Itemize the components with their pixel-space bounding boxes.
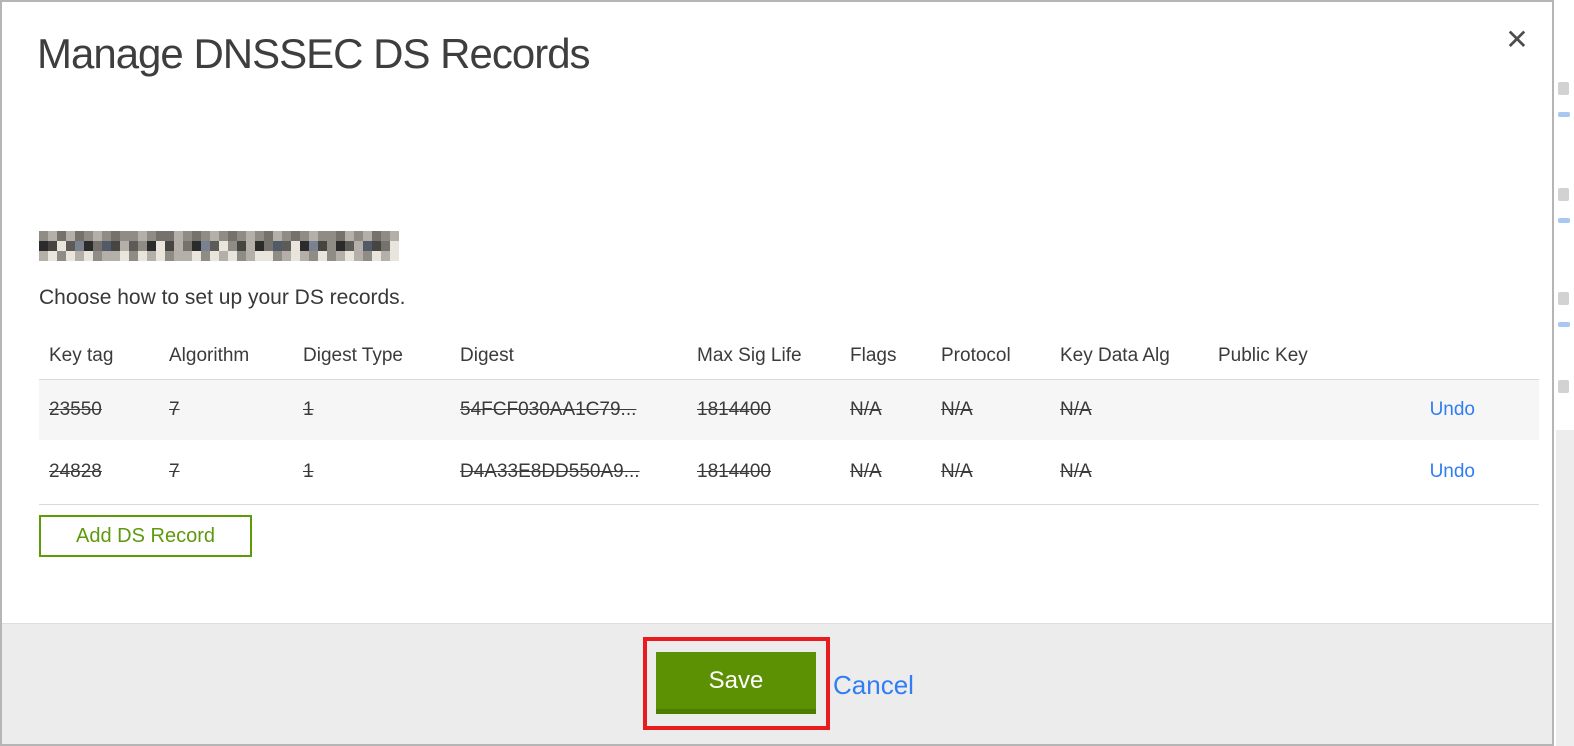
background-page-sliver bbox=[1556, 0, 1574, 746]
header-protocol: Protocol bbox=[941, 344, 1011, 366]
table-row: 24828 7 1 D4A33E8DD550A9... 1814400 N/A … bbox=[39, 440, 1539, 505]
background-text-fragment bbox=[1558, 188, 1569, 201]
redacted-domain-name bbox=[39, 231, 399, 261]
manage-dnssec-modal: Manage DNSSEC DS Records ✕ Choose how to… bbox=[0, 0, 1554, 746]
cell-key-data-alg: N/A bbox=[1060, 461, 1092, 482]
cell-key-tag: 23550 bbox=[49, 399, 102, 420]
cell-algorithm: 7 bbox=[169, 399, 180, 420]
add-ds-record-button[interactable]: Add DS Record bbox=[39, 515, 252, 557]
cell-digest: D4A33E8DD550A9... bbox=[460, 461, 640, 482]
cell-key-tag: 24828 bbox=[49, 461, 102, 482]
header-algorithm: Algorithm bbox=[169, 344, 250, 366]
ds-records-table: Key tag Algorithm Digest Type Digest Max… bbox=[39, 332, 1539, 505]
background-link-fragment bbox=[1558, 218, 1570, 223]
red-highlight-box: Save bbox=[643, 637, 830, 730]
cell-protocol: N/A bbox=[941, 399, 973, 420]
header-key-tag: Key tag bbox=[49, 344, 114, 366]
header-digest-type: Digest Type bbox=[303, 344, 403, 366]
header-flags: Flags bbox=[850, 344, 897, 366]
background-gray-area bbox=[1556, 430, 1574, 746]
page-title: Manage DNSSEC DS Records bbox=[37, 30, 591, 77]
header-public-key: Public Key bbox=[1218, 344, 1308, 366]
table-row: 23550 7 1 54FCF030AA1C79... 1814400 N/A … bbox=[39, 380, 1539, 440]
table-header-row: Key tag Algorithm Digest Type Digest Max… bbox=[39, 332, 1539, 380]
cell-algorithm: 7 bbox=[169, 461, 180, 482]
cell-digest-type: 1 bbox=[303, 399, 314, 420]
header-max-sig-life: Max Sig Life bbox=[697, 344, 802, 366]
cell-flags: N/A bbox=[850, 399, 882, 420]
undo-link[interactable]: Undo bbox=[1430, 399, 1475, 420]
header-key-data-alg: Key Data Alg bbox=[1060, 344, 1170, 366]
modal-footer: Save Cancel bbox=[2, 623, 1552, 744]
undo-link[interactable]: Undo bbox=[1430, 461, 1475, 482]
background-link-fragment bbox=[1558, 322, 1570, 327]
screen: Manage DNSSEC DS Records ✕ Choose how to… bbox=[0, 0, 1574, 746]
subtitle-text: Choose how to set up your DS records. bbox=[39, 286, 406, 309]
background-text-fragment bbox=[1558, 82, 1569, 95]
cell-protocol: N/A bbox=[941, 461, 973, 482]
cell-digest-type: 1 bbox=[303, 461, 314, 482]
cell-key-data-alg: N/A bbox=[1060, 399, 1092, 420]
cell-digest: 54FCF030AA1C79... bbox=[460, 399, 637, 420]
cell-flags: N/A bbox=[850, 461, 882, 482]
cancel-link[interactable]: Cancel bbox=[833, 670, 914, 701]
background-text-fragment bbox=[1558, 292, 1569, 305]
cell-max-sig-life: 1814400 bbox=[697, 461, 771, 482]
header-digest: Digest bbox=[460, 344, 514, 366]
background-text-fragment bbox=[1558, 380, 1569, 393]
cell-max-sig-life: 1814400 bbox=[697, 399, 771, 420]
background-link-fragment bbox=[1558, 112, 1570, 117]
save-button[interactable]: Save bbox=[656, 652, 816, 714]
close-icon[interactable]: ✕ bbox=[1499, 22, 1535, 58]
